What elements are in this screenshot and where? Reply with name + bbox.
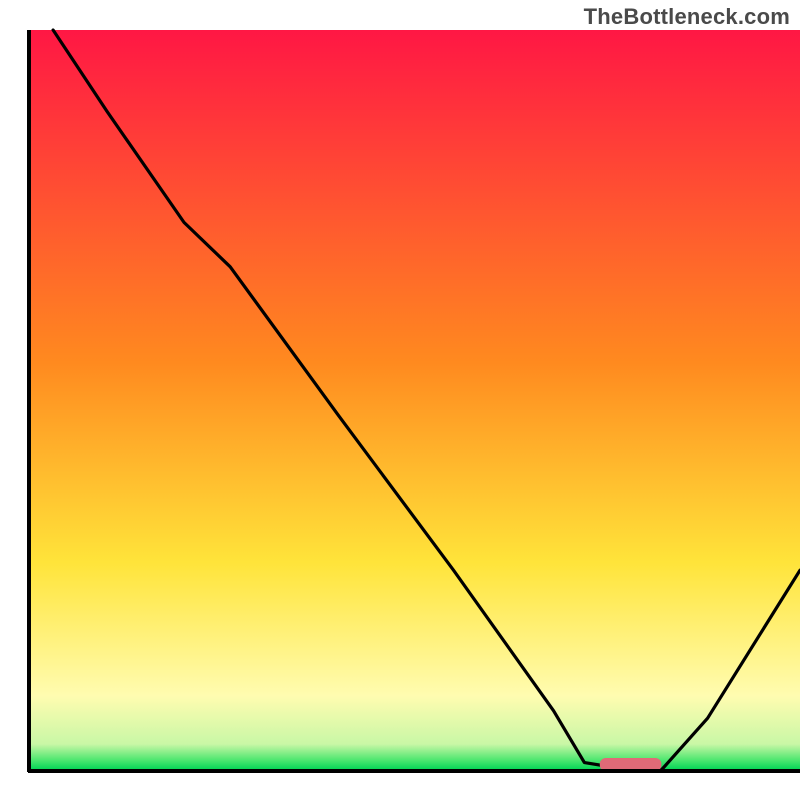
bottleneck-chart: [0, 0, 800, 800]
plot-background: [30, 30, 800, 770]
chart-frame: TheBottleneck.com: [0, 0, 800, 800]
